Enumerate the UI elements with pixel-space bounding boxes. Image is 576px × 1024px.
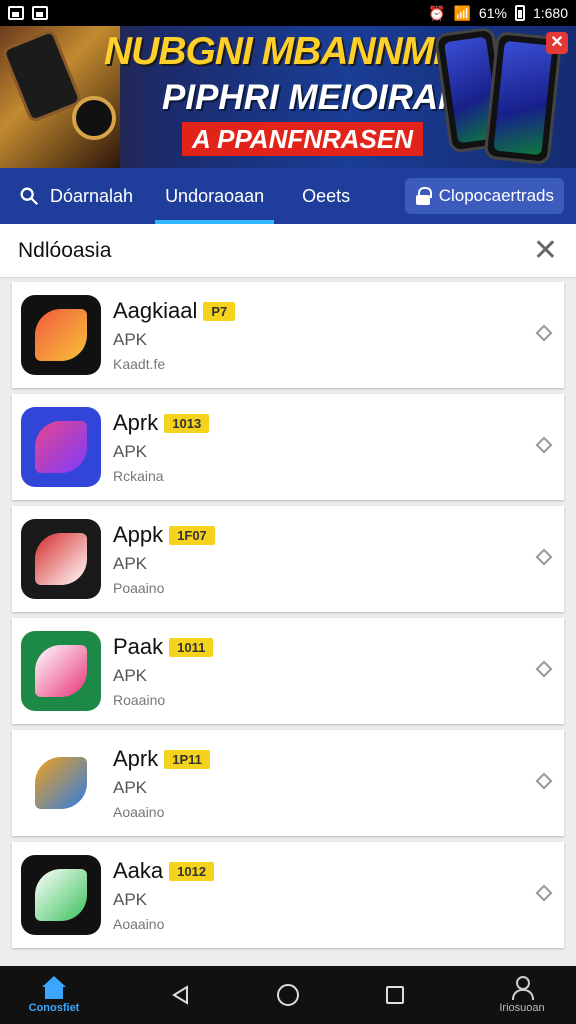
app-subtitle: Roaaino [113, 692, 166, 708]
banner-watch-graphic [72, 96, 116, 140]
chevron-icon[interactable] [535, 884, 553, 902]
app-name: Aprk [113, 410, 159, 435]
nav-profile-label: Iriosuoan [499, 1002, 545, 1014]
banner-subtitle: PIPHRI MEIOIRAN [162, 78, 464, 117]
tab-pill-button[interactable]: Clopocaertrads [404, 178, 564, 214]
tab-third[interactable]: Oeets [292, 168, 360, 224]
chevron-icon[interactable] [535, 660, 553, 678]
app-type: APK [113, 554, 148, 573]
app-icon [21, 295, 101, 375]
battery-percent: 61% [478, 5, 507, 21]
nav-home-label: Conosfiet [28, 1002, 80, 1014]
app-subtitle: Aoaaino [113, 916, 165, 932]
app-card[interactable]: Aprk 1P11 APK Aoaaino [12, 730, 564, 836]
app-subtitle: Aoaaino [113, 804, 165, 820]
battery-icon [514, 5, 525, 21]
app-name: Paak [113, 634, 164, 659]
app-type: APK [113, 442, 148, 461]
tab-pill-label: Clopocaertrads [438, 186, 554, 205]
app-subtitle: Rckaina [113, 468, 164, 484]
app-subtitle: Kaadt.fe [113, 356, 166, 372]
app-card[interactable]: Apрk 1F07 APK Poaaino [12, 506, 564, 612]
app-meta: Aprk 1013 APK Rckaina [113, 410, 210, 484]
app-type: APK [113, 666, 148, 685]
app-meta: Aaka 1012 APK Aoaaino [113, 858, 215, 932]
recents-button[interactable] [375, 975, 415, 1015]
search-icon [20, 187, 39, 206]
app-meta: Apрk 1F07 APK Poaaino [113, 522, 215, 596]
filter-label: Ndlóoasia [18, 238, 112, 262]
filter-bar: Ndlóoasia ✕ [0, 224, 576, 278]
app-badge: 1012 [169, 861, 215, 881]
home-button[interactable] [268, 975, 308, 1015]
banner-image-left [0, 26, 120, 168]
promo-banner[interactable]: NUBGNI MBANNMEIAI PIPHRI MEIOIRAN A PPAN… [0, 26, 576, 168]
app-icon [21, 855, 101, 935]
nav-profile[interactable]: Iriosuoan [482, 976, 562, 1014]
app-badge: 1P11 [164, 749, 210, 769]
app-badge: P7 [203, 301, 236, 321]
tab-bar: Dóarnalah Undoraoaan Oeets Clopocaertrad… [0, 168, 576, 224]
app-type: APK [113, 778, 148, 797]
banner-close-button[interactable]: ✕ [546, 32, 568, 54]
chevron-icon[interactable] [535, 772, 553, 790]
app-name: Aagkiaal [113, 298, 198, 323]
back-button[interactable] [161, 975, 201, 1015]
user-icon [509, 976, 535, 1000]
chevron-icon[interactable] [535, 324, 553, 342]
app-card[interactable]: Aprk 1013 APK Rckaina [12, 394, 564, 500]
home-icon [40, 976, 68, 1000]
app-type: APK [113, 330, 148, 349]
app-card[interactable]: Aagkiaal P7 APK Kaadt.fe [12, 282, 564, 388]
app-meta: Paak 1011 APK Roaaino [113, 634, 214, 708]
app-meta: Aagkiaal P7 APK Kaadt.fe [113, 298, 236, 372]
close-icon[interactable]: ✕ [533, 235, 558, 266]
photo-icon [32, 6, 48, 20]
banner-title: NUBGNI MBANNMEIAI [104, 30, 506, 73]
app-badge: 1011 [169, 637, 214, 657]
tab-search-label: Dóarnalah [50, 185, 134, 206]
app-badge: 1F07 [169, 525, 215, 545]
recents-icon [386, 986, 404, 1004]
clock: 1:680 [532, 5, 568, 21]
app-subtitle: Poaaino [113, 580, 165, 596]
chevron-icon[interactable] [535, 548, 553, 566]
wifi-icon: 📶 [453, 4, 471, 21]
nav-home[interactable]: Conosfiet [14, 976, 94, 1014]
app-name: Aprk [113, 746, 159, 771]
chevron-icon[interactable] [535, 436, 553, 454]
app-icon [21, 631, 101, 711]
app-name: Apрk [113, 522, 164, 547]
back-icon [172, 985, 188, 1005]
banner-phone-graphic [1, 28, 83, 124]
tab-search[interactable]: Dóarnalah [0, 168, 143, 224]
gallery-icon [8, 6, 24, 20]
app-type: APK [113, 890, 148, 909]
lock-icon [415, 187, 432, 205]
app-meta: Aprk 1P11 APK Aoaaino [113, 746, 210, 820]
app-badge: 1013 [164, 413, 210, 433]
alarm-icon: ⏰ [428, 4, 446, 21]
status-bar: ⏰ 📶 61% 1:680 [0, 0, 576, 26]
app-card[interactable]: Paak 1011 APK Roaaino [12, 618, 564, 724]
app-list: Aagkiaal P7 APK Kaadt.fe Aprk 1013 APK Rckaina A… [12, 282, 564, 954]
app-name: Aaka [113, 858, 164, 883]
app-card[interactable]: Aaka 1012 APK Aoaaino [12, 842, 564, 948]
tab-active[interactable]: Undoraoaan [155, 168, 275, 224]
app-icon [21, 407, 101, 487]
circle-home-icon [277, 984, 299, 1006]
app-icon [21, 743, 101, 823]
banner-tag: A PPANFNRASEN [182, 122, 424, 156]
bottom-nav: Conosfiet Iriosuoan [0, 966, 576, 1024]
app-icon [21, 519, 101, 599]
